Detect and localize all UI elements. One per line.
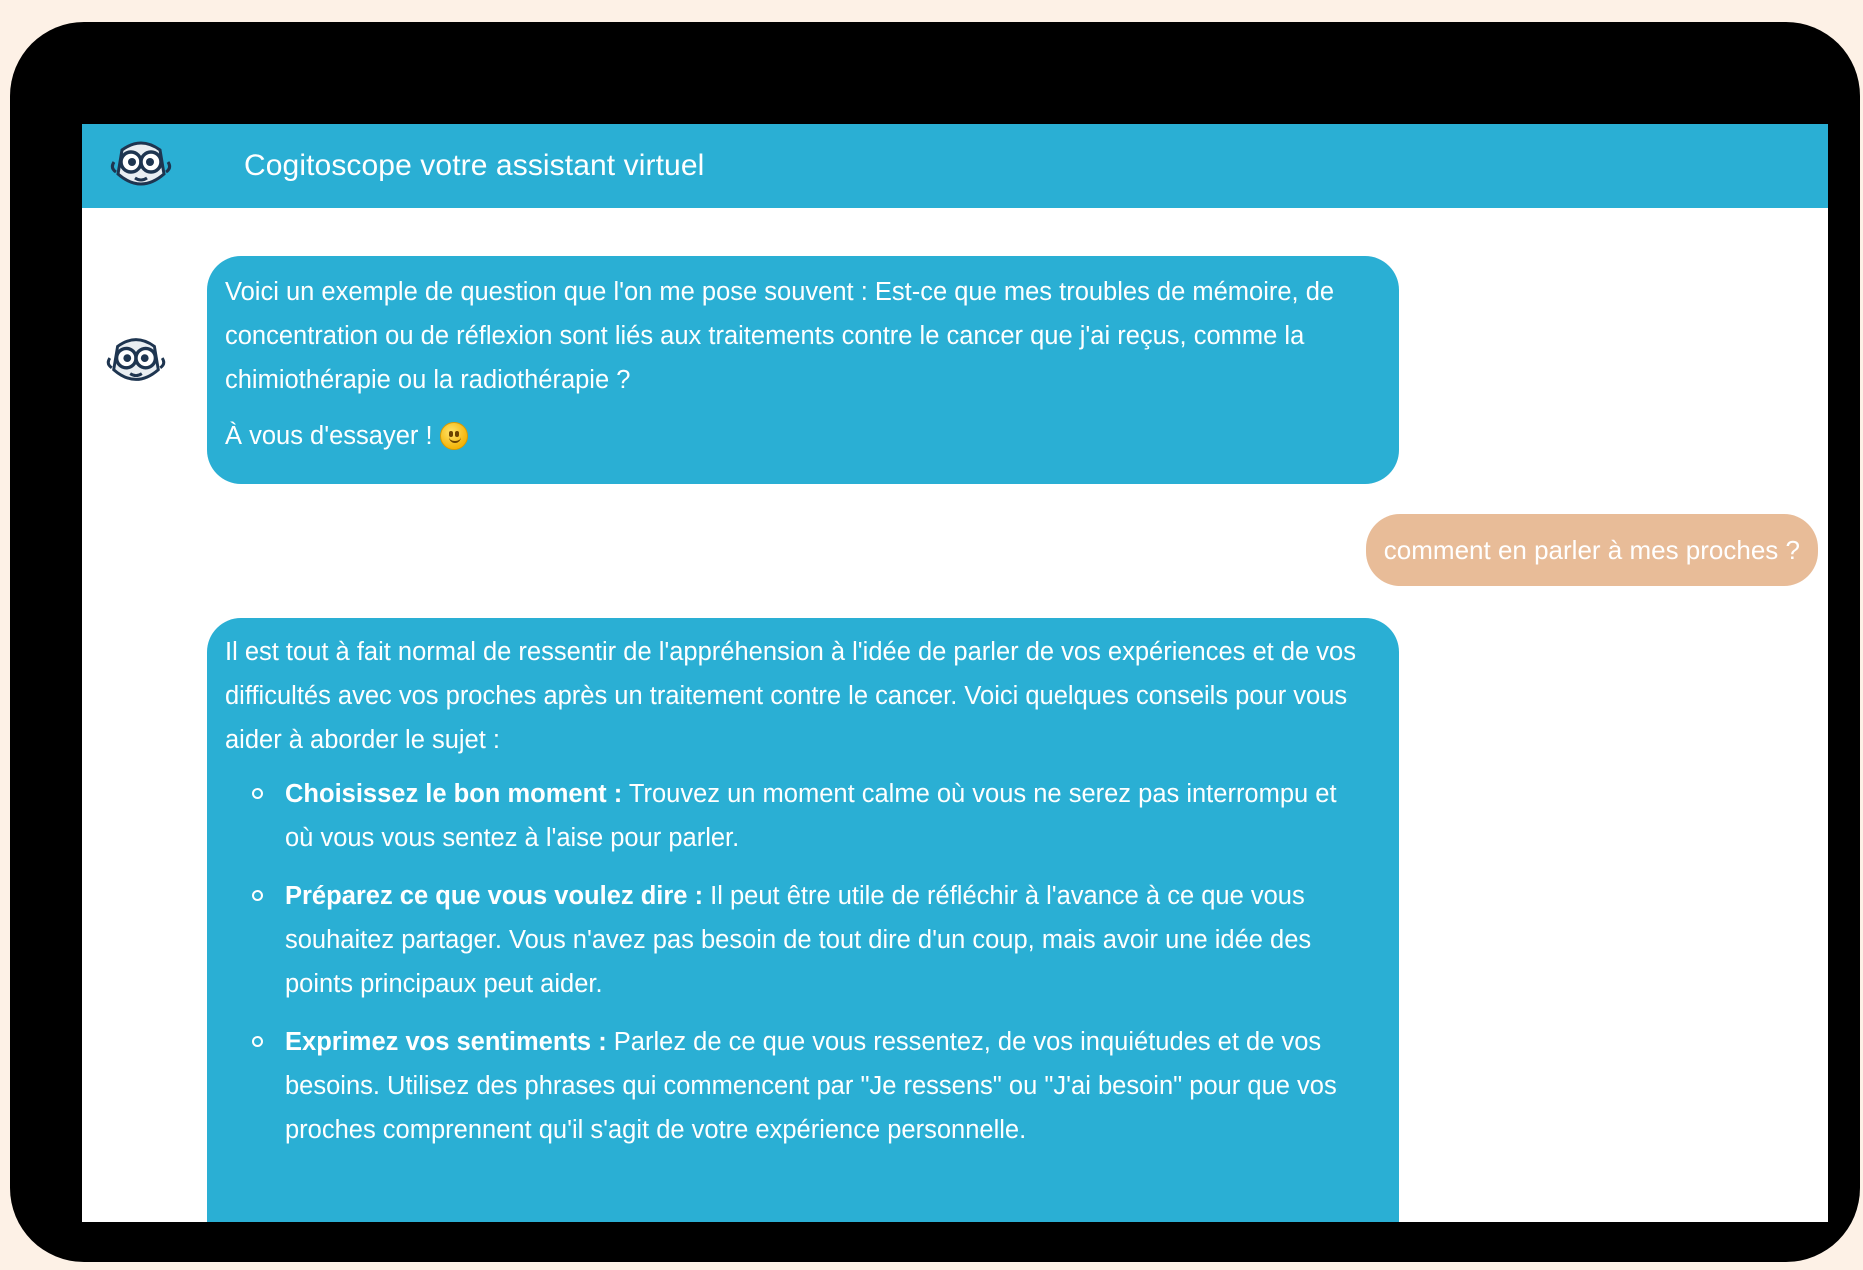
bullet-icon (252, 1036, 263, 1047)
list-item: Préparez ce que vous voulez dire : Il pe… (225, 874, 1381, 1006)
chat-header: Cogitoscope votre assistant virtuel (82, 124, 1828, 208)
user-message: comment en parler à mes proches ? (1365, 514, 1818, 586)
chat-window: Cogitoscope votre assistant virtuel Voic… (82, 124, 1828, 1222)
smiley-icon (439, 422, 468, 450)
tip-title: Choisissez le bon moment : (285, 780, 623, 808)
list-item: Choisissez le bon moment : Trouvez un mo… (225, 772, 1381, 860)
list-item: Exprimez vos sentiments : Parlez de ce q… (225, 1020, 1381, 1152)
bullet-icon (252, 890, 263, 901)
bullet-icon (252, 788, 263, 799)
chat-title: Cogitoscope votre assistant virtuel (244, 149, 705, 182)
bot-message-cta-text: À vous d'essayer ! (225, 422, 433, 450)
bot-message-intro: Voici un exemple de question que l'on me… (207, 256, 1399, 484)
bot-message-cta: À vous d'essayer ! (225, 414, 1381, 458)
bot-message-reply: Il est tout à fait normal de ressentir d… (207, 618, 1399, 1222)
bot-reply-intro: Il est tout à fait normal de ressentir d… (225, 638, 1356, 754)
tip-title: Préparez ce que vous voulez dire : (285, 882, 704, 910)
device-frame: Cogitoscope votre assistant virtuel Voic… (10, 22, 1860, 1262)
tips-list: Choisissez le bon moment : Trouvez un mo… (225, 772, 1381, 1152)
bot-message-text: Voici un exemple de question que l'on me… (225, 278, 1335, 394)
robot-owl-icon (110, 141, 172, 186)
robot-owl-icon (106, 338, 166, 381)
tip-title: Exprimez vos sentiments : (285, 1028, 607, 1056)
